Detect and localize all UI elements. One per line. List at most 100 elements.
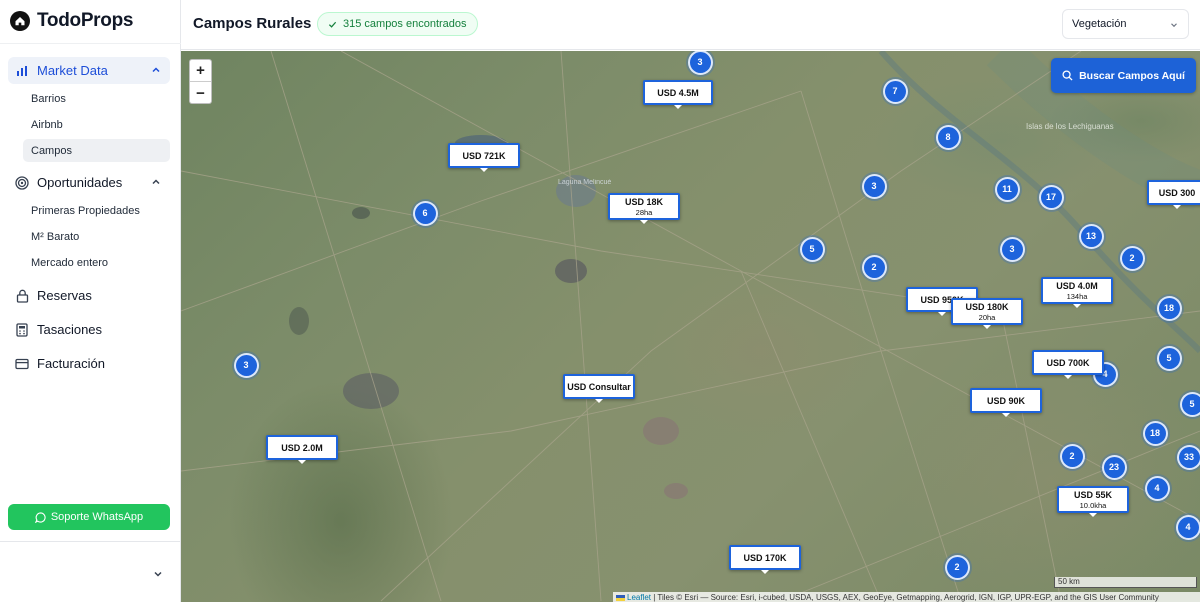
price-marker[interactable]: USD 90K bbox=[970, 388, 1042, 417]
cluster-marker[interactable]: 3 bbox=[687, 51, 713, 75]
cluster-marker[interactable]: 3 bbox=[861, 173, 887, 199]
credit-card-icon bbox=[15, 357, 29, 371]
search-icon bbox=[1062, 70, 1073, 81]
place-label-islas: Islas de los Lechiguanas bbox=[1026, 122, 1114, 131]
price-marker[interactable]: USD Consultar bbox=[563, 374, 635, 403]
divider bbox=[0, 541, 181, 542]
satellite-imagery: Islas de los Lechiguanas Laguna Melincué bbox=[181, 51, 1200, 602]
home-icon bbox=[10, 11, 30, 31]
nav-group-market-data[interactable]: Market Data bbox=[8, 57, 170, 84]
leaflet-link[interactable]: Leaflet bbox=[627, 593, 651, 602]
layer-select[interactable]: Vegetación bbox=[1062, 9, 1189, 39]
nav-label: Facturación bbox=[37, 356, 105, 371]
results-count: 315 campos encontrados bbox=[343, 18, 467, 30]
sidebar-item-campos[interactable]: Campos bbox=[23, 139, 170, 162]
nav-group-oportunidades[interactable]: Oportunidades bbox=[8, 169, 170, 196]
search-area-label: Buscar Campos Aquí bbox=[1079, 69, 1185, 82]
price-value: USD 90K bbox=[986, 396, 1025, 406]
bar-chart-icon bbox=[15, 64, 29, 78]
sidebar-item-barrios[interactable]: Barrios bbox=[23, 87, 170, 110]
cluster-marker[interactable]: 18 bbox=[1156, 295, 1182, 321]
zoom-control: + − bbox=[189, 59, 212, 104]
brand[interactable]: TodoProps bbox=[10, 10, 133, 32]
area-value: 20ha bbox=[978, 313, 996, 322]
whatsapp-support-button[interactable]: Soporte WhatsApp bbox=[8, 504, 170, 530]
area-value: 10.0kha bbox=[1079, 501, 1107, 510]
price-value: USD 18K bbox=[624, 197, 663, 207]
price-marker[interactable]: USD 700K bbox=[1032, 350, 1104, 379]
cluster-marker[interactable]: 5 bbox=[1179, 391, 1200, 417]
sidebar-item-airbnb[interactable]: Airbnb bbox=[23, 113, 170, 136]
layer-select-value: Vegetación bbox=[1072, 18, 1127, 30]
chat-bubble-icon bbox=[34, 511, 46, 523]
cluster-marker[interactable]: 2 bbox=[1059, 443, 1085, 469]
search-area-button[interactable]: Buscar Campos Aquí bbox=[1051, 58, 1196, 93]
ukraine-flag-icon bbox=[616, 594, 625, 601]
cluster-marker[interactable]: 2 bbox=[944, 554, 970, 580]
price-marker[interactable]: USD 18K 28ha bbox=[608, 193, 680, 224]
sidebar-item-m2-barato[interactable]: M² Barato bbox=[23, 225, 170, 248]
support-label: Soporte WhatsApp bbox=[50, 511, 144, 523]
sidebar-item-tasaciones[interactable]: Tasaciones bbox=[8, 316, 170, 343]
price-value: USD 700K bbox=[1046, 358, 1090, 368]
price-value: USD 55K bbox=[1073, 490, 1112, 500]
page-title: Campos Rurales bbox=[193, 15, 312, 32]
price-value: USD 4.5M bbox=[657, 88, 699, 98]
check-icon bbox=[328, 21, 337, 28]
price-marker[interactable]: USD 4.5M bbox=[643, 80, 713, 109]
cluster-marker[interactable]: 6 bbox=[412, 200, 438, 226]
cluster-marker[interactable]: 17 bbox=[1038, 184, 1064, 210]
price-value: USD 4.0M bbox=[1056, 281, 1098, 291]
price-value: USD 721K bbox=[462, 151, 506, 161]
cluster-marker[interactable]: 8 bbox=[935, 124, 961, 150]
header: Campos Rurales 315 campos encontrados Ve… bbox=[181, 0, 1200, 50]
price-marker[interactable]: USD 180K 20ha bbox=[951, 298, 1023, 329]
cluster-marker[interactable]: 18 bbox=[1142, 420, 1168, 446]
chevron-up-icon bbox=[152, 67, 160, 73]
price-marker[interactable]: USD 4.0M 134ha bbox=[1041, 277, 1113, 308]
lock-icon bbox=[15, 289, 29, 303]
map-scale: 50 km bbox=[1054, 577, 1197, 588]
zoom-in-button[interactable]: + bbox=[190, 60, 211, 82]
cluster-marker[interactable]: 2 bbox=[861, 254, 887, 280]
cluster-marker[interactable]: 5 bbox=[799, 236, 825, 262]
cluster-marker[interactable]: 33 bbox=[1176, 444, 1200, 470]
chevron-down-icon[interactable] bbox=[152, 568, 164, 580]
divider bbox=[0, 43, 181, 44]
cluster-marker[interactable]: 7 bbox=[882, 78, 908, 104]
sidebar-item-primeras-propiedades[interactable]: Primeras Propiedades bbox=[23, 199, 170, 222]
brand-name: TodoProps bbox=[37, 10, 134, 31]
place-label-laguna: Laguna Melincué bbox=[558, 179, 611, 186]
cluster-marker[interactable]: 4 bbox=[1175, 514, 1200, 540]
results-badge: 315 campos encontrados bbox=[317, 12, 478, 36]
cluster-marker[interactable]: 13 bbox=[1078, 223, 1104, 249]
area-value: 28ha bbox=[635, 208, 653, 217]
zoom-out-button[interactable]: − bbox=[190, 82, 211, 104]
area-value: 134ha bbox=[1066, 292, 1088, 301]
nav-group-label: Oportunidades bbox=[37, 175, 123, 190]
nav-label: Tasaciones bbox=[37, 322, 103, 337]
cluster-marker[interactable]: 11 bbox=[994, 176, 1020, 202]
nav-label: Reservas bbox=[37, 288, 92, 303]
price-marker[interactable]: USD 170K bbox=[729, 545, 801, 574]
sidebar-item-reservas[interactable]: Reservas bbox=[8, 282, 170, 309]
cluster-marker[interactable]: 3 bbox=[999, 236, 1025, 262]
calculator-icon bbox=[15, 322, 29, 337]
sidebar-item-mercado-entero[interactable]: Mercado entero bbox=[23, 251, 170, 274]
price-marker[interactable]: USD 300 bbox=[1147, 180, 1200, 209]
target-icon bbox=[15, 175, 29, 190]
cluster-marker[interactable]: 23 bbox=[1101, 454, 1127, 480]
price-marker[interactable]: USD 2.0M bbox=[266, 435, 338, 464]
chevron-up-icon bbox=[152, 179, 160, 185]
cluster-marker[interactable]: 2 bbox=[1119, 245, 1145, 271]
price-marker[interactable]: USD 55K 10.0kha bbox=[1057, 486, 1129, 517]
sidebar: TodoProps Market Data Barrios Airbnb Cam… bbox=[0, 0, 181, 602]
cluster-marker[interactable]: 3 bbox=[233, 352, 259, 378]
map[interactable]: Islas de los Lechiguanas Laguna Melincué… bbox=[181, 51, 1200, 602]
map-attribution: Leaflet | Tiles © Esri — Source: Esri, i… bbox=[613, 592, 1200, 602]
sidebar-item-facturacion[interactable]: Facturación bbox=[8, 350, 170, 377]
cluster-marker[interactable]: 5 bbox=[1156, 345, 1182, 371]
price-marker[interactable]: USD 721K bbox=[448, 143, 520, 172]
cluster-marker[interactable]: 4 bbox=[1144, 475, 1170, 501]
attribution-text: | Tiles © Esri — Source: Esri, i-cubed, … bbox=[651, 593, 1159, 602]
